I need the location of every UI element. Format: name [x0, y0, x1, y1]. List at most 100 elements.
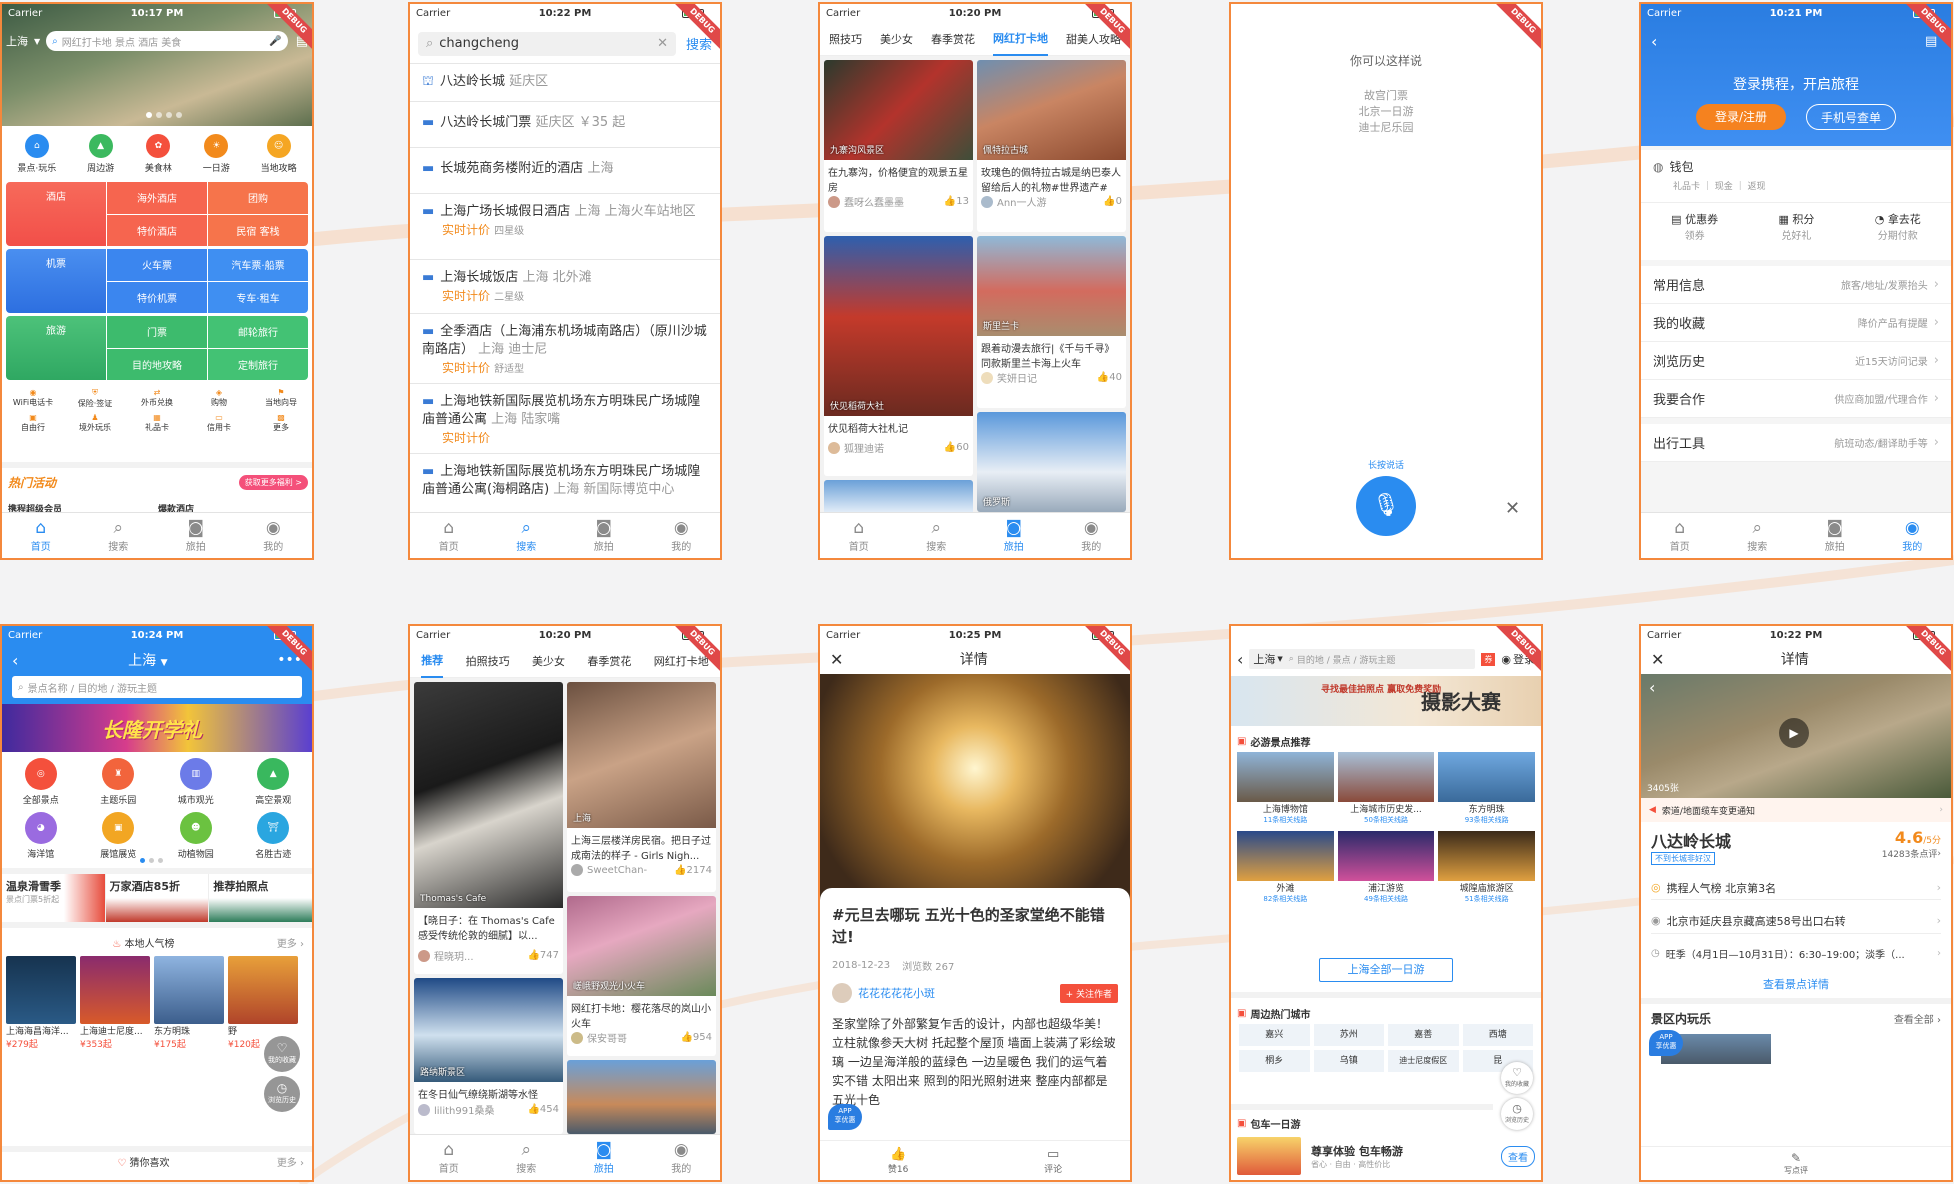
- feed-card[interactable]: 九寨沟风景区 在九寨沟，价格便宜的观景五星房 蠢呀么蠢墨墨 👍 13: [824, 60, 973, 232]
- free-travel-item[interactable]: ▣ 自由行: [2, 413, 64, 433]
- more-details-link[interactable]: 查看景点详情: [1641, 976, 1951, 992]
- cat-zoo[interactable]: ☻ 动植物园: [157, 812, 235, 860]
- credit-card-item[interactable]: ▭ 信用卡: [188, 413, 250, 433]
- tab-mine[interactable]: ◉ 我的: [235, 513, 313, 558]
- spot-item[interactable]: 上海城市历史发... 50条相关线路: [1337, 752, 1435, 825]
- floating-favorites[interactable]: ♡ 我的收藏: [264, 1036, 300, 1072]
- rank-item[interactable]: 东方明珠 ¥175起: [154, 956, 224, 1056]
- login-register-button[interactable]: 登录/注册: [1696, 104, 1786, 130]
- all-day-tours-button[interactable]: 上海全部一日游: [1319, 958, 1453, 982]
- more-link[interactable]: 更多 ›: [277, 1154, 304, 1169]
- thumb-icon[interactable]: 👍: [1103, 196, 1115, 207]
- close-icon[interactable]: ✕: [830, 650, 843, 669]
- more-item[interactable]: ▩ 更多: [250, 413, 312, 433]
- tab-beauty[interactable]: 美少女: [532, 653, 565, 669]
- feed-card[interactable]: Thomas's Cafe 【晓日子：在 Thomas's Cafe 感受传统伦…: [414, 682, 563, 974]
- special-flight[interactable]: 特价机票: [107, 281, 207, 313]
- tab-travel[interactable]: ◙ 旅拍: [157, 513, 235, 558]
- promo-hot-spring[interactable]: 温泉滑雪季 景点门票5折起: [2, 874, 106, 922]
- thumb-icon[interactable]: 👍: [527, 950, 539, 961]
- suggestion-item[interactable]: ▬ 长城苑商务楼附近的酒店 上海: [410, 148, 720, 194]
- spot-item[interactable]: 浦江游览 49条相关线路: [1337, 831, 1435, 904]
- clear-icon[interactable]: ✕: [657, 36, 668, 51]
- tab-mine[interactable]: ◉ 我的: [643, 513, 721, 558]
- floating-history[interactable]: ◷ 浏览历史: [1501, 1098, 1533, 1130]
- travel-main[interactable]: 旅游: [6, 316, 106, 380]
- tab-travel[interactable]: ◙ 旅拍: [1796, 513, 1874, 558]
- wifi-item[interactable]: ◉ WiFi电话卡: [2, 388, 64, 409]
- exchange-item[interactable]: ⇄ 外币兑换: [126, 388, 188, 409]
- tab-hotspots[interactable]: 网红打卡地: [993, 22, 1048, 56]
- menu-cooperate[interactable]: 我要合作 供应商加盟/代理合作 ›: [1641, 380, 1951, 418]
- cruise[interactable]: 邮轮旅行: [208, 316, 308, 348]
- tab-search[interactable]: ⌕ 搜索: [898, 513, 976, 558]
- menu-travel-tools[interactable]: 出行工具 航班动态/翻译助手等 ›: [1641, 424, 1951, 462]
- installment-item[interactable]: ◔ 拿去花 分期付款: [1875, 211, 1921, 242]
- quick-guide[interactable]: ☺ 当地攻略: [261, 134, 297, 174]
- microphone-button[interactable]: 🎙: [1356, 476, 1416, 536]
- cat-historic[interactable]: ⛩ 名胜古迹: [235, 812, 313, 860]
- cat-aquarium[interactable]: ◕ 海洋馆: [2, 812, 80, 860]
- suggestion-item[interactable]: ▬ 上海地铁新国际展览机场东方明珠民广场城隍庙普通公寓 上海 陆家嘴 实时计价: [410, 384, 720, 454]
- tab-home[interactable]: ⌂ 首页: [1641, 513, 1719, 558]
- back-icon[interactable]: ‹: [1237, 650, 1243, 669]
- thumb-icon[interactable]: 👍: [944, 442, 956, 453]
- hotel-main[interactable]: 酒店: [6, 182, 106, 246]
- suggestion-item[interactable]: ▬ 上海长城饭店 上海 北外滩 实时计价 二星级: [410, 260, 720, 314]
- quick-day-tour[interactable]: ☀ 一日游: [203, 134, 230, 174]
- menu-common-info[interactable]: 常用信息 旅客/地址/发票抬头 ›: [1641, 266, 1951, 304]
- tab-search[interactable]: ⌕ 搜索: [1719, 513, 1797, 558]
- feed-card[interactable]: 路纳斯景区 在冬日仙气缭绕斯湖等水怪 lilith991桑桑 👍 454: [414, 978, 563, 1134]
- city-chip[interactable]: 西塘: [1462, 1024, 1533, 1046]
- city-chip[interactable]: 苏州: [1313, 1024, 1384, 1046]
- tab-search[interactable]: ⌕ 搜索: [80, 513, 158, 558]
- search-input[interactable]: ⌕ 景点名称 / 目的地 / 游玩主题: [12, 676, 302, 698]
- hotel-overseas[interactable]: 海外酒店: [107, 182, 207, 214]
- view-all-link[interactable]: 查看全部 ›: [1894, 1011, 1941, 1026]
- tab-hotspots[interactable]: 网红打卡地: [654, 653, 709, 669]
- play-icon[interactable]: ▶: [1779, 718, 1809, 748]
- train-ticket[interactable]: 火车票: [107, 249, 207, 281]
- more-benefits-button[interactable]: 获取更多福利 >: [238, 475, 308, 490]
- tab-home[interactable]: ⌂ 首页: [410, 513, 488, 558]
- follow-button[interactable]: + 关注作者: [1059, 983, 1118, 1003]
- hotel-group[interactable]: 团购: [208, 182, 308, 214]
- menu-favorites[interactable]: 我的收藏 降价产品有提醒 ›: [1641, 304, 1951, 342]
- city-selector[interactable]: 上海: [6, 33, 34, 49]
- like-button[interactable]: 👍 赞16: [888, 1147, 908, 1175]
- thumb-icon[interactable]: 👍: [527, 1104, 539, 1115]
- tab-flowers[interactable]: 春季赏花: [931, 31, 975, 47]
- tab-search[interactable]: ⌕ 搜索: [488, 1135, 566, 1180]
- points-item[interactable]: ▦ 积分 兑好礼: [1778, 211, 1814, 242]
- coupon-item[interactable]: ▤ 优惠券 领券: [1671, 211, 1718, 242]
- feed-card[interactable]: 伏见稻荷大社 伏见稻荷大社札记 狐狸迪诺 👍 60: [824, 236, 973, 476]
- tab-guide[interactable]: 甜美人攻略: [1066, 31, 1121, 47]
- suggestion-item[interactable]: ⛫ 八达岭长城 延庆区: [410, 64, 720, 102]
- car-rental[interactable]: 专车·租车: [208, 281, 308, 313]
- tab-photo-tips[interactable]: 拍照技巧: [466, 653, 510, 669]
- spot-item[interactable]: 外滩 82条相关线路: [1237, 831, 1334, 904]
- feed-card[interactable]: 斯里兰卡 跟着动漫去旅行|《千与千寻》同款斯里兰卡海上火车 笑妍日记 👍 40: [977, 236, 1126, 408]
- search-input[interactable]: ⌕ 网红打卡地 景点 酒店 美食 🎤: [46, 31, 288, 51]
- city-chip[interactable]: 乌镇: [1313, 1050, 1384, 1072]
- more-link[interactable]: 更多 ›: [277, 935, 304, 950]
- feed-card[interactable]: [567, 1060, 716, 1134]
- bus-ticket[interactable]: 汽车票·船票: [208, 249, 308, 281]
- hero-banner[interactable]: [2, 4, 312, 126]
- write-review-button[interactable]: ✎ 写点评: [1641, 1151, 1951, 1176]
- notice-bar[interactable]: ◀ 索道/地面缆车变更通知 ›: [1641, 798, 1951, 822]
- app-discount-badge[interactable]: APP 享优惠: [828, 1104, 862, 1130]
- wallet-card[interactable]: ◍ 钱包 礼品卡 ｜ 现金 ｜ 返现 ▤ 优惠券 领券 ▦ 积分 兑好礼 ◔ 拿去花分…: [1641, 150, 1951, 260]
- cat-skyview[interactable]: ▲ 高空景观: [235, 758, 313, 806]
- comment-button[interactable]: ▭ 评论: [1044, 1147, 1062, 1175]
- microphone-icon[interactable]: 🎤: [269, 36, 281, 47]
- tab-travel[interactable]: ◙ 旅拍: [565, 513, 643, 558]
- message-icon[interactable]: ▤: [1925, 34, 1937, 49]
- close-icon[interactable]: ✕: [1651, 650, 1664, 669]
- suggestion-item[interactable]: ▬ 上海广场长城假日酒店 上海 上海火车站地区 实时计价 四星级: [410, 194, 720, 260]
- view-button[interactable]: 查看: [1501, 1145, 1535, 1167]
- phone-query-button[interactable]: 手机号查单: [1806, 104, 1896, 130]
- spot-item[interactable]: 城隍庙旅游区 51条相关线路: [1438, 831, 1535, 904]
- app-discount-badge[interactable]: APP 享优惠: [1649, 1030, 1683, 1056]
- city-chip[interactable]: 迪士尼度假区: [1388, 1050, 1459, 1072]
